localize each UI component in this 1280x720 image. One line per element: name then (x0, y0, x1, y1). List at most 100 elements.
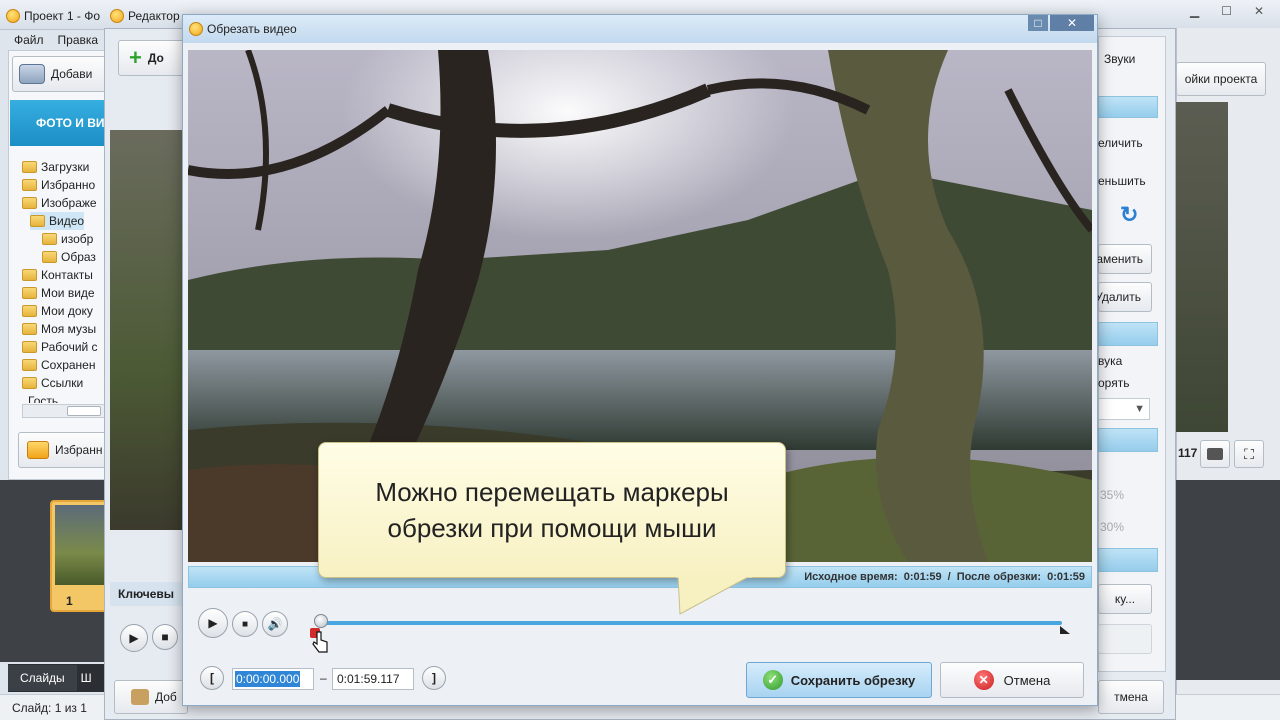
replace-button[interactable]: аменить (1096, 244, 1152, 274)
slide-thumbnail[interactable]: 1 (50, 500, 110, 612)
close-icon[interactable]: ✕ (1254, 4, 1264, 24)
scrollbar-thumb[interactable] (67, 406, 101, 416)
start-time-value: 0:00:00.000 (235, 671, 301, 687)
folder-icon (42, 251, 57, 263)
tree-item[interactable]: Контакты (22, 266, 93, 284)
after-trim-label: После обрезки: (956, 571, 1042, 583)
menu-edit[interactable]: Правка (58, 33, 99, 47)
folder-icon (22, 323, 37, 335)
tree-item[interactable]: Мои виде (22, 284, 95, 302)
app-icon (189, 22, 203, 36)
playhead-handle[interactable] (314, 614, 328, 628)
minimize-icon[interactable]: ▁ (1190, 4, 1199, 24)
add-bottom-button[interactable]: Доб (114, 680, 188, 714)
right-dropdown[interactable]: ▼ (1098, 398, 1150, 420)
editor-stop-button[interactable]: ■ (152, 624, 178, 650)
fullscreen-button[interactable]: ⛶ (1234, 440, 1264, 468)
tab-sounds[interactable]: Звуки (1098, 36, 1164, 82)
far-right-time: 117 (1178, 446, 1198, 460)
favorites-button[interactable]: Избранн (18, 432, 110, 468)
more-button[interactable]: ку... (1098, 584, 1152, 614)
far-right-film (1176, 480, 1280, 680)
snapshot-button[interactable] (1200, 440, 1230, 468)
tree-item[interactable]: изобр (42, 230, 93, 248)
tree-item[interactable]: Образ (42, 248, 96, 266)
set-end-button[interactable]: ] (422, 666, 446, 690)
tree-label: Сохранен (41, 358, 96, 372)
zoom-out-label[interactable]: еньшить (1098, 174, 1164, 188)
percent-field-1[interactable]: 35% (1098, 484, 1148, 506)
editor-play-button[interactable]: ▶ (120, 624, 148, 652)
zoom-in-label[interactable]: еличить (1098, 136, 1164, 150)
tree-label: изобр (61, 232, 94, 246)
folder-icon (22, 161, 37, 173)
cancel-button[interactable]: ✕ Отмена (940, 662, 1084, 698)
bottom-tabs: Слайды Ш (8, 664, 110, 692)
add-button-editor[interactable]: + До (118, 40, 188, 76)
project-settings-button[interactable]: ойки проекта (1176, 62, 1266, 96)
tree-item-selected[interactable]: Видео (30, 212, 85, 230)
tab-slides[interactable]: Слайды (8, 665, 77, 691)
start-time-field[interactable]: 0:00:00.000 (232, 668, 314, 690)
mouse-cursor-icon (312, 631, 328, 653)
cancel-x-icon: ✕ (973, 670, 994, 690)
slide-image (55, 505, 108, 585)
folder-tree: Загрузки Избранно Изображе Видео изобр О… (22, 158, 110, 403)
folder-icon (22, 287, 37, 299)
rotate-icon[interactable]: ↻ (1120, 202, 1144, 227)
save-trim-button[interactable]: ✓ Сохранить обрезку (746, 662, 932, 698)
dialog-title: Обрезать видео (207, 22, 297, 36)
right-section-header-2 (1098, 322, 1158, 346)
window-tab-label: Редактор (128, 9, 180, 23)
tree-item[interactable]: Мои доку (22, 302, 93, 320)
time-range-separator: – (320, 671, 327, 685)
menu-file[interactable]: Файл (14, 33, 44, 47)
photo-video-tab[interactable]: ФОТО И ВИ (10, 100, 110, 146)
app-icon (6, 9, 20, 23)
after-trim-value: 0:01:59 (1047, 571, 1085, 583)
cancel-bottom-button[interactable]: тмена (1098, 680, 1164, 714)
end-time-field[interactable]: 0:01:59.117 (332, 668, 414, 690)
tree-item[interactable]: Ссылки (22, 374, 83, 392)
tree-item[interactable]: Рабочий с (22, 338, 98, 356)
folder-icon (42, 233, 57, 245)
play-button[interactable]: ▶ (198, 608, 228, 638)
window-tab-project[interactable]: Проект 1 - Фо (6, 6, 106, 26)
dialog-maximize-icon[interactable]: □ (1028, 15, 1048, 31)
window-tab-editor[interactable]: Редактор (110, 6, 190, 26)
maximize-icon[interactable]: ☐ (1221, 4, 1232, 24)
users-icon (131, 689, 149, 705)
add-label: До (147, 51, 164, 65)
app-icon (110, 9, 124, 23)
far-right-preview (1176, 102, 1228, 432)
editor-preview-bg (110, 130, 190, 530)
tree-item[interactable]: Избранно (22, 176, 95, 194)
orig-time-label: Исходное время: (804, 571, 898, 583)
right-section-header-1 (1098, 96, 1158, 118)
tooltip-text: Можно перемещать маркеры обрезки при пом… (375, 477, 729, 543)
tree-item[interactable]: Изображе (22, 194, 97, 212)
status-text: Слайд: 1 из 1 (12, 700, 87, 715)
trim-end-marker[interactable] (1060, 626, 1070, 634)
folder-icon (30, 215, 45, 227)
folder-icon (22, 377, 37, 389)
percent-field-2[interactable]: 30% (1098, 516, 1148, 538)
set-start-button[interactable]: [ (200, 666, 224, 690)
tab-slides-2[interactable]: Ш (77, 665, 96, 691)
volume-button[interactable]: 🔊 (262, 611, 288, 637)
dialog-close-icon[interactable]: ✕ (1050, 15, 1094, 31)
bracket-left-label: [ (210, 671, 214, 685)
fullscreen-icon: ⛶ (1244, 445, 1254, 462)
tree-item[interactable]: Сохранен (22, 356, 95, 374)
delete-button[interactable]: Удалить (1095, 282, 1152, 312)
tree-item[interactable]: Гость (28, 392, 58, 403)
tree-label: Видео (49, 214, 85, 228)
dialog-titlebar: Обрезать видео (183, 15, 1097, 43)
tree-item[interactable]: Загрузки (22, 158, 89, 176)
trim-timeline[interactable] (310, 614, 1070, 638)
stop-button[interactable]: ■ (232, 611, 258, 637)
keyframes-label: Ключевы (118, 587, 175, 601)
tree-item[interactable]: Моя музы (22, 320, 96, 338)
add-photo-button[interactable]: Добави (12, 56, 108, 92)
tree-scrollbar[interactable] (22, 404, 108, 418)
